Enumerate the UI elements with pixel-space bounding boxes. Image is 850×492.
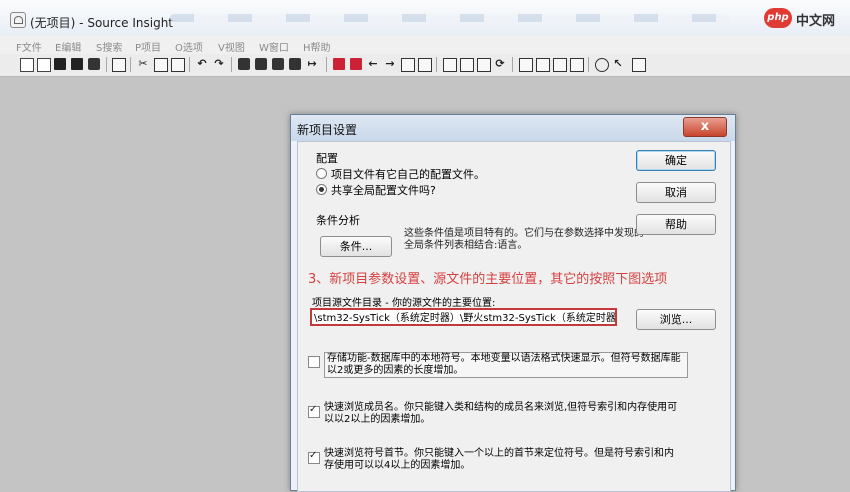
bookmark-list-icon[interactable]: [350, 58, 362, 70]
redo-icon[interactable]: ↷: [213, 58, 225, 70]
option-local-symbols[interactable]: 存储功能-数据库中的本地符号。本地变量以语法格式快速显示。但符号数据库能以2或更…: [308, 352, 688, 380]
toolbar-separator: [588, 57, 589, 72]
menu-project[interactable]: P项目: [135, 39, 161, 54]
toolbar-separator: [231, 57, 232, 72]
radio-own-config-label: 项目文件有它自己的配置文件。: [331, 168, 485, 181]
layout-icon[interactable]: [519, 58, 533, 72]
source-dir-label: 项目源文件目录 - 你的源文件的主要位置:: [312, 298, 496, 309]
save-all-icon[interactable]: [71, 58, 83, 70]
php-logo-icon: php: [764, 8, 792, 28]
jump-return-icon[interactable]: [418, 58, 432, 72]
menu-bar: F文件 E编辑 S搜索 P项目 O选项 V视图 W窗口 H帮助: [0, 36, 850, 54]
conditions-section-title: 条件分析: [316, 214, 360, 227]
dialog-title-bar: 新项目设置 x: [291, 115, 735, 141]
split-icon[interactable]: [553, 58, 567, 72]
source-insight-app-icon: [10, 12, 26, 28]
close-file-icon[interactable]: [88, 58, 100, 70]
context-window-icon[interactable]: [477, 58, 491, 72]
radio-global-config-label: 共享全局配置文件吗?: [331, 184, 436, 197]
search-files-icon[interactable]: [255, 58, 267, 70]
bookmark-icon[interactable]: [333, 58, 345, 70]
menu-help[interactable]: H帮助: [303, 39, 331, 54]
toolbar-separator: [326, 57, 327, 72]
option-local-symbols-checkbox[interactable]: [308, 356, 320, 368]
forward-icon[interactable]: →: [384, 58, 396, 70]
option-symbol-prefix-checkbox[interactable]: [308, 450, 320, 464]
window-icon[interactable]: [536, 58, 550, 72]
menu-file[interactable]: F文件: [16, 39, 42, 54]
option-member-names-checkbox[interactable]: [308, 404, 320, 418]
conditions-description: 这些条件值是项目特有的。它们与在参数选择中发现的全局条件列表相结合:语言。: [404, 228, 644, 251]
toolbar-separator: [189, 57, 190, 72]
option-member-names[interactable]: 快速浏览成员名。你只能键入类和结构的成员名来浏览,但符号索引和内存使用可以以2以…: [308, 402, 688, 430]
close-icon: x: [700, 119, 710, 134]
radio-own-config-indicator[interactable]: [316, 168, 327, 179]
save-icon[interactable]: [54, 58, 66, 70]
search-icon[interactable]: [238, 58, 250, 70]
radio-global-config[interactable]: 共享全局配置文件吗?: [316, 182, 436, 198]
relation-window-icon[interactable]: ⟳: [494, 58, 506, 70]
tile-icon[interactable]: [570, 58, 584, 72]
toolbar-separator: [512, 57, 513, 72]
replace-icon[interactable]: [289, 58, 301, 70]
toolbar-separator: [106, 57, 107, 72]
toolbar-separator: [436, 57, 437, 72]
browse-button[interactable]: 浏览...: [636, 309, 716, 330]
source-dir-input[interactable]: \stm32-SysTick（系统定时器）\野火stm32-SysTick（系统…: [310, 308, 617, 326]
toolbar: ✂ ↶ ↷ ↦ ← → ⟳ ↖: [0, 54, 850, 77]
cut-icon[interactable]: ✂: [137, 58, 149, 70]
copy-icon[interactable]: [154, 58, 168, 72]
option-symbol-prefix[interactable]: 快速浏览符号首节。你只能键入一个以上的首节来定位符号。但是符号索引和内存使用可以…: [308, 448, 688, 476]
option-symbol-prefix-label: 快速浏览符号首节。你只能键入一个以上的首节来定位符号。但是符号索引和内存使用可以…: [324, 448, 674, 471]
config-section-title: 配置: [316, 152, 338, 165]
help-button[interactable]: 帮助: [636, 214, 716, 235]
pointer-icon[interactable]: ↖: [612, 58, 624, 70]
app-title: (无项目) - Source Insight: [30, 16, 174, 30]
symbol-window-icon[interactable]: [460, 58, 474, 72]
menu-view[interactable]: V视图: [218, 39, 245, 54]
watermark-brand: php 中文网: [764, 8, 844, 30]
radio-global-config-indicator[interactable]: [316, 184, 327, 195]
option-member-names-label: 快速浏览成员名。你只能键入类和结构的成员名来浏览,但符号索引和内存使用可以以2以…: [324, 402, 678, 425]
app-title-bar: (无项目) - Source Insight php 中文网: [0, 0, 850, 36]
lookup-icon[interactable]: [272, 58, 284, 70]
toolbar-separator: [130, 57, 131, 72]
goto-icon[interactable]: ↦: [306, 58, 318, 70]
back-icon[interactable]: ←: [367, 58, 379, 70]
conditions-button[interactable]: 条件...: [320, 236, 392, 257]
dialog-body: 配置 项目文件有它自己的配置文件。 共享全局配置文件吗? 条件分析 条件... …: [297, 141, 731, 492]
tutorial-annotation: 3、新项目参数设置、源文件的主要位置，其它的按照下图选项: [308, 272, 668, 287]
menu-edit[interactable]: E编辑: [55, 39, 81, 54]
radio-own-config[interactable]: 项目文件有它自己的配置文件。: [316, 166, 485, 182]
project-window-icon[interactable]: [443, 58, 457, 72]
menu-search[interactable]: S搜索: [96, 39, 122, 54]
new-project-settings-dialog: 新项目设置 x 配置 项目文件有它自己的配置文件。 共享全局配置文件吗? 条件分…: [290, 114, 736, 492]
menu-options[interactable]: O选项: [175, 39, 203, 54]
more-icon[interactable]: [632, 58, 646, 72]
dialog-title: 新项目设置: [297, 123, 358, 137]
brand-text: 中文网: [796, 14, 836, 29]
new-file-icon[interactable]: [20, 58, 34, 72]
option-local-symbols-label: 存储功能-数据库中的本地符号。本地变量以语法格式快速显示。但符号数据库能以2或更…: [324, 352, 688, 378]
browse-icon[interactable]: [595, 58, 609, 72]
dialog-close-button[interactable]: x: [683, 117, 727, 137]
paste-icon[interactable]: [171, 58, 185, 72]
open-icon[interactable]: [37, 58, 51, 72]
cancel-button[interactable]: 取消: [636, 182, 716, 203]
jump-icon[interactable]: [401, 58, 415, 72]
undo-icon[interactable]: ↶: [196, 58, 208, 70]
menu-window[interactable]: W窗口: [259, 39, 289, 54]
print-icon[interactable]: [112, 58, 126, 72]
ok-button[interactable]: 确定: [636, 150, 716, 171]
title-bar-blur: [170, 14, 730, 22]
